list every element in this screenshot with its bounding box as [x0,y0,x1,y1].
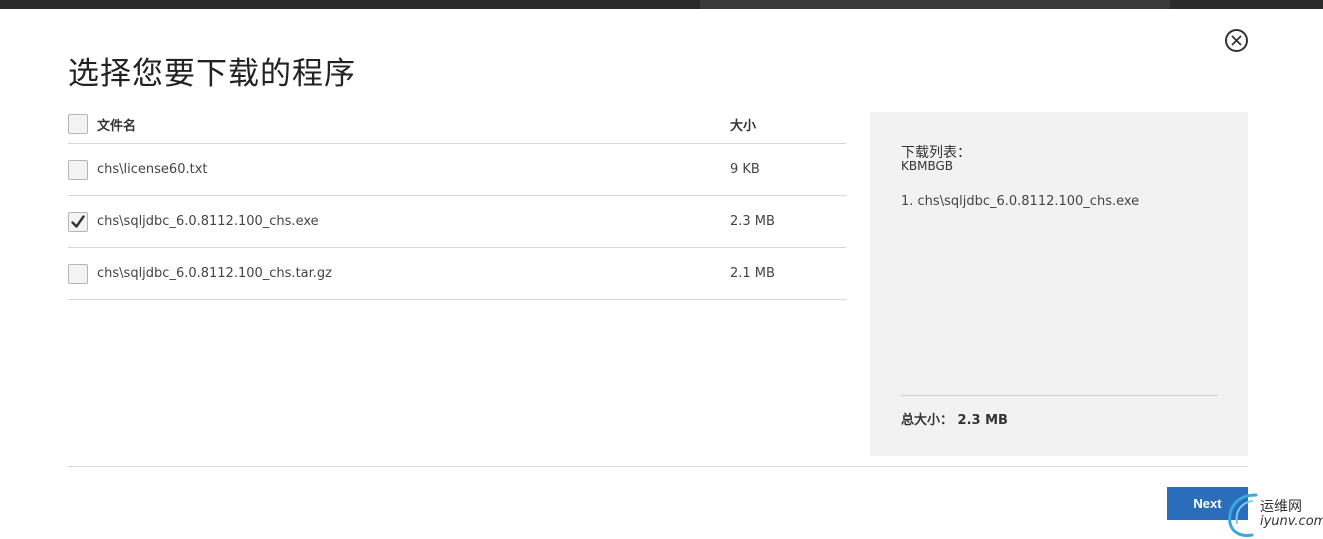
file-size: 9 KB [730,162,760,177]
page-title: 选择您要下载的程序 [68,56,356,92]
total-size: 总大小： 2.3 MB [901,413,1008,428]
table-row: chs\sqljdbc_6.0.8112.100_chs.tar.gz 2.1 … [68,248,846,300]
table-row: chs\sqljdbc_6.0.8112.100_chs.exe 2.3 MB [68,196,846,248]
file-checkbox[interactable] [68,263,88,284]
top-bar [0,0,1323,9]
select-all-checkbox[interactable] [68,114,88,134]
download-list-panel: 下载列表： KBMBGB 1. chs\sqljdbc_6.0.8112.100… [870,112,1248,456]
panel-divider [901,395,1218,396]
column-header-size: 大小 [730,118,757,134]
table-header: 文件名 大小 [68,105,846,144]
download-list-item: 1. chs\sqljdbc_6.0.8112.100_chs.exe [901,194,1140,209]
size-units-text: KBMBGB [901,159,954,173]
checkmark-icon [71,214,85,228]
top-bar-segment [700,0,1170,9]
file-size: 2.3 MB [730,214,775,229]
footer-divider [68,466,1248,467]
close-icon [1231,35,1242,46]
watermark-logo: 运维网 iyunv.com [1222,489,1323,539]
watermark-swoosh-icon [1228,493,1258,537]
table-row: chs\license60.txt 9 KB [68,144,846,196]
file-checkbox[interactable] [68,159,88,180]
file-checkbox[interactable] [68,211,88,232]
file-size: 2.1 MB [730,266,775,281]
close-button[interactable] [1225,29,1248,52]
watermark-text-cn: 运维网 [1260,499,1302,515]
watermark-text-en: iyunv.com [1260,514,1323,529]
file-table: 文件名 大小 chs\license60.txt 9 KB chs\sqljdb… [68,105,846,300]
